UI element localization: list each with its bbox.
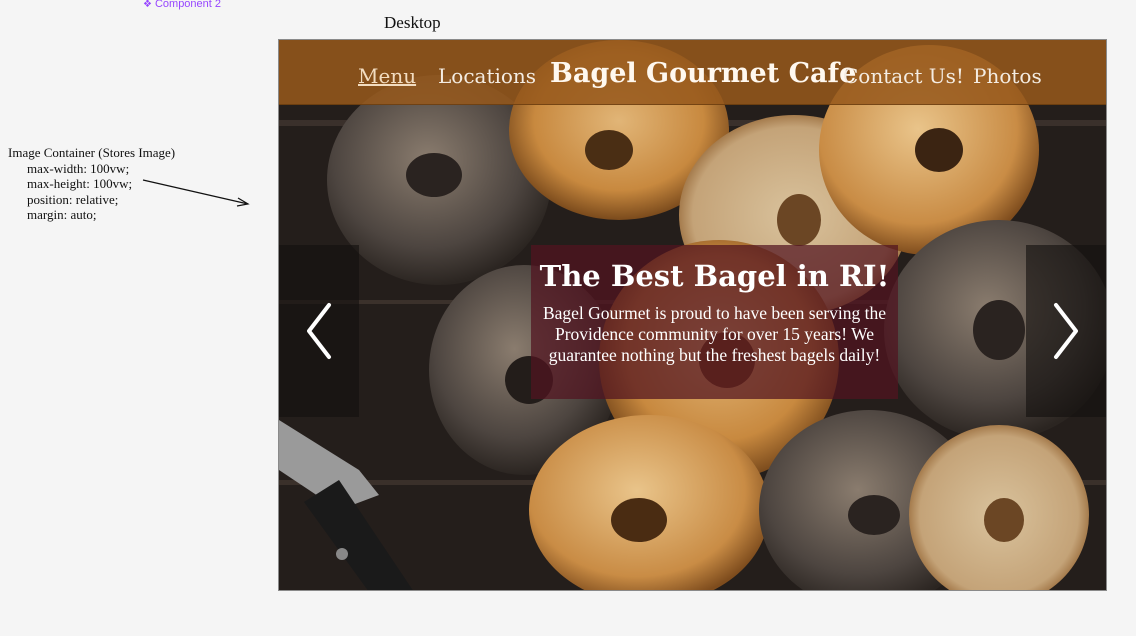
desktop-frame: Menu Locations Bagel Gourmet Cafe Contac… [278,39,1107,591]
hero-caption: The Best Bagel in RI! Bagel Gourmet is p… [531,245,898,399]
annotation-arrow [142,179,250,207]
top-navbar: Menu Locations Bagel Gourmet Cafe Contac… [279,40,1106,105]
brand-title[interactable]: Bagel Gourmet Cafe [550,58,856,89]
nav-locations-link[interactable]: Locations [438,64,536,88]
annotation-title: Image Container (Stores Image) [8,145,176,160]
component-label[interactable]: ❖ Component 2 [143,0,221,10]
nav-contact-link[interactable]: Contact Us! [843,64,964,88]
prev-slide-button[interactable] [279,245,359,417]
hero-title: The Best Bagel in RI! [539,259,890,293]
next-slide-button[interactable] [1026,245,1106,417]
nav-menu-link[interactable]: Menu [358,64,416,88]
component-diamond-icon: ❖ [143,0,152,10]
chevron-left-icon [307,303,331,359]
annotation-line: max-width: 100vw; [27,160,130,176]
component-label-text: Component 2 [154,0,222,10]
frame-label[interactable]: Desktop [384,13,441,33]
chevron-right-icon [1054,303,1078,359]
nav-photos-link[interactable]: Photos [973,64,1042,88]
hero-body: Bagel Gourmet is proud to have been serv… [542,303,887,365]
